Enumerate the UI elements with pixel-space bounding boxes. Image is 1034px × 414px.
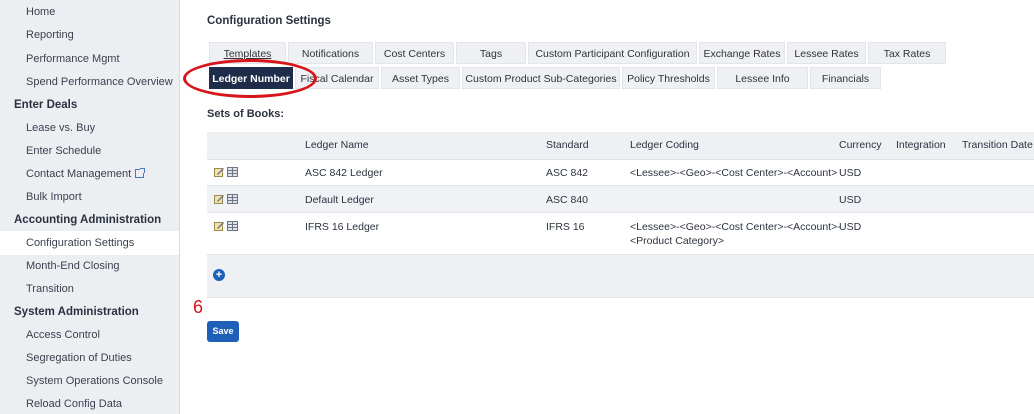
currency-cell: USD [839,221,862,233]
tab-ledger-number[interactable]: Ledger Number [209,67,293,89]
external-link-icon [135,168,146,178]
sidebar-item-access-control[interactable]: Access Control [0,328,179,342]
column-header-transition-date[interactable]: Transition Date [962,132,1033,159]
table-row: Default Ledger ASC 840 USD [207,186,1034,213]
tab-asset-types[interactable]: Asset Types [381,67,460,89]
tab-tags[interactable]: Tags [456,42,526,64]
add-row-area: + [207,255,1034,298]
tab-financials[interactable]: Financials [810,67,881,89]
tab-tax-rates[interactable]: Tax Rates [868,42,946,64]
sidebar-section-system-administration[interactable]: System Administration [0,305,179,319]
sidebar-item-bulk-import[interactable]: Bulk Import [0,190,179,204]
sidebar-item-enter-schedule[interactable]: Enter Schedule [0,144,179,158]
tab-lessee-info[interactable]: Lessee Info [717,67,808,89]
column-header-ledger-coding[interactable]: Ledger Coding [630,132,699,159]
table-row: IFRS 16 Ledger IFRS 16 <Lessee>-<Geo>-<C… [207,213,1034,255]
standard-cell: ASC 842 [546,167,589,179]
ledger-coding-cell-continued: <Product Category> [630,235,724,247]
page-title: Configuration Settings [207,15,331,27]
sidebar-item-lease-vs-buy[interactable]: Lease vs. Buy [0,121,179,135]
ledger-coding-cell: <Lessee>-<Geo>-<Cost Center>-<Account> [630,167,838,179]
edit-icon[interactable] [214,221,225,231]
standard-cell: IFRS 16 [546,221,585,233]
column-header-standard[interactable]: Standard [546,132,589,159]
sidebar-item-performance-mgmt[interactable]: Performance Mgmt [0,52,179,66]
tab-lessee-rates[interactable]: Lessee Rates [787,42,866,64]
sidebar-item-transition[interactable]: Transition [0,282,179,296]
tab-exchange-rates[interactable]: Exchange Rates [699,42,785,64]
tab-custom-product-sub-categories[interactable]: Custom Product Sub-Categories [462,67,620,89]
tab-templates[interactable]: Templates [209,42,286,64]
sidebar-item-segregation-of-duties[interactable]: Segregation of Duties [0,351,179,365]
ledger-coding-cell: <Lessee>-<Geo>-<Cost Center>-<Account>- [630,221,841,233]
sidebar-item-contact-management[interactable]: Contact Management [0,167,179,181]
sidebar-item-label: Contact Management [26,168,132,180]
tab-custom-participant-configuration[interactable]: Custom Participant Configuration [528,42,697,64]
standard-cell: ASC 840 [546,194,589,206]
add-ledger-button[interactable]: + [213,269,225,281]
tab-cost-centers[interactable]: Cost Centers [375,42,454,64]
sidebar-section-accounting-administration[interactable]: Accounting Administration [0,213,179,227]
ledger-coding-icon[interactable] [227,221,238,231]
sidebar-item-configuration-settings[interactable]: Configuration Settings [0,231,179,255]
table-header: Ledger Name Standard Ledger Coding Curre… [207,132,1034,160]
edit-icon[interactable] [214,167,225,177]
sidebar-item-month-end-closing[interactable]: Month-End Closing [0,259,179,273]
annotation-step-number: 6 [193,297,204,317]
save-button[interactable]: Save [207,321,239,342]
ledger-coding-icon[interactable] [227,167,238,177]
tab-notifications[interactable]: Notifications [288,42,373,64]
sidebar-item-reload-config-data[interactable]: Reload Config Data [0,397,179,411]
tab-fiscal-calendar[interactable]: Fiscal Calendar [295,67,379,89]
currency-cell: USD [839,167,862,179]
column-header-currency[interactable]: Currency [839,132,882,159]
column-header-ledger-name[interactable]: Ledger Name [305,132,369,159]
ledger-name-cell: IFRS 16 Ledger [305,221,380,233]
ledger-coding-icon[interactable] [227,194,238,204]
sidebar: Home Reporting Performance Mgmt Spend Pe… [0,0,180,414]
sets-of-books-label: Sets of Books: [207,108,285,120]
table-row: ASC 842 Ledger ASC 842 <Lessee>-<Geo>-<C… [207,159,1034,186]
sidebar-item-spend-performance-overview[interactable]: Spend Performance Overview [0,75,179,89]
sidebar-item-reporting[interactable]: Reporting [0,28,179,42]
edit-icon[interactable] [214,194,225,204]
sidebar-section-enter-deals[interactable]: Enter Deals [0,98,179,112]
currency-cell: USD [839,194,862,206]
ledger-name-cell: ASC 842 Ledger [305,167,383,179]
tab-policy-thresholds[interactable]: Policy Thresholds [622,67,715,89]
ledger-name-cell: Default Ledger [305,194,374,206]
column-header-integration[interactable]: Integration [896,132,946,159]
sidebar-item-home[interactable]: Home [0,5,179,19]
sidebar-item-system-operations-console[interactable]: System Operations Console [0,374,179,388]
